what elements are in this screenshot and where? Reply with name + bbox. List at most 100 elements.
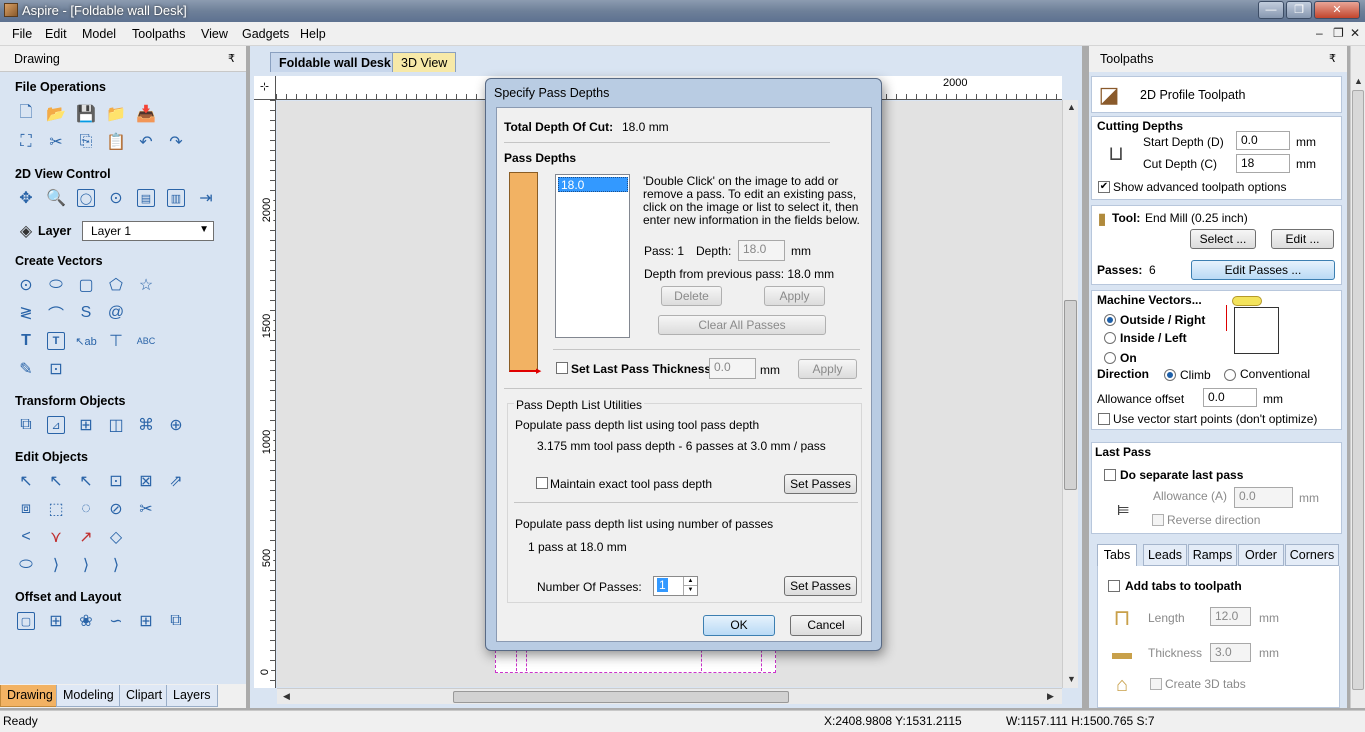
dimension-icon[interactable]: ⊡ <box>46 359 66 379</box>
text-arc-icon[interactable]: ABC <box>136 331 156 351</box>
interactive-select-icon[interactable]: ↖ <box>76 471 96 491</box>
cancel-button[interactable]: Cancel <box>790 615 862 636</box>
draw-spiral-icon[interactable]: @ <box>106 303 126 323</box>
pin-icon[interactable]: ₹ <box>228 52 235 65</box>
scroll-down-icon[interactable]: ▼ <box>1067 674 1076 684</box>
draw-polyline-icon[interactable]: ≷ <box>16 303 36 323</box>
node-edit-icon[interactable]: ↖ <box>46 471 66 491</box>
set-origin-icon[interactable]: ⊕ <box>166 415 186 435</box>
spin-up-icon[interactable]: ▲ <box>683 577 697 586</box>
layer-select[interactable]: Layer 1 ▼ <box>82 221 214 241</box>
scroll-up-icon[interactable]: ▲ <box>1354 76 1363 86</box>
menu-gadgets[interactable]: Gadgets <box>242 27 289 41</box>
edit-tool-button[interactable]: Edit ... <box>1271 229 1334 249</box>
menu-edit[interactable]: Edit <box>45 27 67 41</box>
spin-down-icon[interactable]: ▼ <box>683 586 697 595</box>
text-on-curve-icon[interactable]: ↖ab <box>75 331 96 351</box>
allowance-a-input[interactable]: 0.0 <box>1234 487 1293 508</box>
climb-radio[interactable] <box>1164 369 1176 381</box>
menu-view[interactable]: View <box>201 27 228 41</box>
pass-depth-list[interactable]: 18.0 <box>555 174 630 338</box>
use-vector-start-checkbox[interactable] <box>1098 413 1110 425</box>
menu-help[interactable]: Help <box>300 27 326 41</box>
tab-corners[interactable]: Corners <box>1285 544 1339 566</box>
tab-layers[interactable]: Layers <box>166 685 218 707</box>
import-icon[interactable]: 📥 <box>136 104 156 124</box>
tab-order[interactable]: Order <box>1238 544 1284 566</box>
horizontal-scroll-thumb[interactable] <box>453 691 789 703</box>
set-passes-tool-button[interactable]: Set Passes <box>784 474 857 494</box>
weld-icon[interactable]: ⧈ <box>16 499 36 519</box>
fillet-icon[interactable]: < <box>16 527 36 547</box>
trim-vector-icon[interactable]: ⟩ <box>76 555 96 575</box>
measure-icon[interactable]: ⇗ <box>166 471 186 491</box>
move-icon[interactable]: ⧉ <box>16 415 36 435</box>
canvas-horizontal-scrollbar[interactable]: ◀ ▶ <box>277 688 1062 704</box>
show-advanced-checkbox[interactable]: ✔ <box>1098 181 1110 193</box>
pin-icon[interactable]: ₹ <box>1329 52 1336 65</box>
view-layout-icon[interactable]: ▤ <box>137 189 155 207</box>
text-icon[interactable]: T <box>16 331 36 351</box>
subtract-icon[interactable]: ⬚ <box>46 499 66 519</box>
create-3d-tabs-checkbox[interactable] <box>1150 678 1162 690</box>
canvas-vertical-scrollbar[interactable]: ▲ ▼ <box>1062 100 1078 688</box>
pan-icon[interactable]: ✥ <box>16 188 36 208</box>
number-of-passes-spinner[interactable]: 1 ▲ ▼ <box>653 576 698 596</box>
new-file-icon[interactable]: 🗋 <box>16 104 36 124</box>
offset-end-icon[interactable]: ⟩ <box>106 555 126 575</box>
close-vector-icon[interactable]: ◇ <box>106 527 126 547</box>
scroll-up-icon[interactable]: ▲ <box>1067 102 1076 112</box>
outside-right-radio[interactable] <box>1104 314 1116 326</box>
set-passes-number-button[interactable]: Set Passes <box>784 576 857 596</box>
auto-layout-text-icon[interactable]: ⊤ <box>106 331 126 351</box>
reverse-direction-checkbox[interactable] <box>1152 514 1164 526</box>
allowance-offset-input[interactable]: 0.0 <box>1203 388 1257 407</box>
size-icon[interactable]: ⊞ <box>76 415 96 435</box>
undo-icon[interactable]: ↶ <box>136 132 156 152</box>
pass-list-item[interactable]: 18.0 <box>558 177 628 192</box>
scroll-right-icon[interactable]: ▶ <box>1047 691 1054 702</box>
tab-clipart[interactable]: Clipart <box>119 685 170 707</box>
group-icon[interactable]: ⊡ <box>106 471 126 491</box>
array-copy-icon[interactable]: ⊞ <box>46 611 66 631</box>
draw-curve-icon[interactable]: S <box>76 303 96 323</box>
apply-last-pass-button[interactable]: Apply <box>798 359 857 379</box>
pass-depth-image[interactable] <box>509 172 538 372</box>
last-pass-thickness-input[interactable]: 0.0 <box>709 358 756 379</box>
ok-button[interactable]: OK <box>703 615 775 636</box>
open-file-icon[interactable]: 📂 <box>46 104 66 124</box>
copy-along-vector-icon[interactable]: ∽ <box>106 611 126 631</box>
draw-polygon-icon[interactable]: ⬠ <box>106 275 126 295</box>
menu-toolpaths[interactable]: Toolpaths <box>132 27 186 41</box>
inside-left-radio[interactable] <box>1104 332 1116 344</box>
grid-copy-icon[interactable]: ⊞ <box>136 611 156 631</box>
mdi-minimize-button[interactable]: – <box>1316 26 1323 40</box>
tab-foldable-wall-desk[interactable]: Foldable wall Desk <box>270 52 400 72</box>
extend-icon[interactable]: ⟩ <box>46 555 66 575</box>
draw-circle-icon[interactable]: ⊙ <box>16 275 36 295</box>
tab-drawing[interactable]: Drawing <box>0 685 60 707</box>
curve-fit-icon[interactable]: ↗ <box>76 527 96 547</box>
mdi-close-button[interactable]: ✕ <box>1350 26 1360 40</box>
tab-thickness-input[interactable]: 3.0 <box>1210 643 1251 662</box>
close-button[interactable]: ✕ <box>1314 1 1360 19</box>
tab-leads[interactable]: Leads <box>1143 544 1187 566</box>
start-depth-input[interactable]: 0.0 <box>1236 131 1290 150</box>
tab-ramps[interactable]: Ramps <box>1188 544 1237 566</box>
scroll-left-icon[interactable]: ◀ <box>283 691 290 702</box>
mdi-restore-button[interactable]: ❐ <box>1333 26 1344 40</box>
offset-icon[interactable]: ▢ <box>17 612 35 630</box>
tab-modeling[interactable]: Modeling <box>56 685 121 707</box>
add-tabs-checkbox[interactable] <box>1108 580 1120 592</box>
copy-icon[interactable]: ⎘ <box>76 132 96 152</box>
text-box-icon[interactable]: T <box>47 332 65 350</box>
pass-depth-input[interactable]: 18.0 <box>738 240 785 261</box>
view-sheet-icon[interactable]: ▥ <box>167 189 185 207</box>
zoom-selected-icon[interactable]: ⊙ <box>106 188 126 208</box>
select-tool-button[interactable]: Select ... <box>1190 229 1256 249</box>
menu-model[interactable]: Model <box>82 27 116 41</box>
cut-icon[interactable]: ✂ <box>46 132 66 152</box>
edit-passes-button[interactable]: Edit Passes ... <box>1191 260 1335 280</box>
menu-file[interactable]: File <box>12 27 32 41</box>
paste-icon[interactable]: 📋 <box>106 132 126 152</box>
